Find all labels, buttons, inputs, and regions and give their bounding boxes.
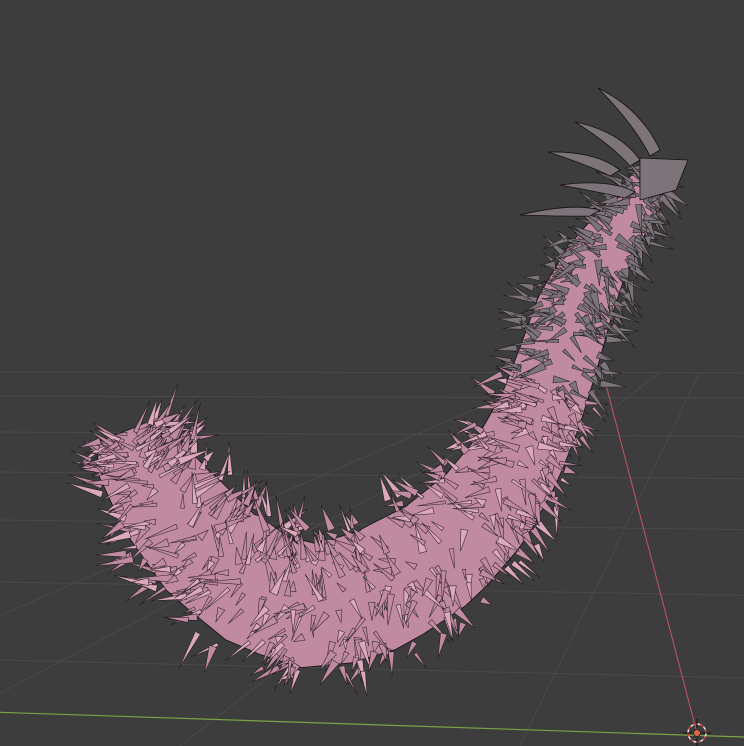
x-axis-line [605, 384, 698, 734]
3d-viewport[interactable] [0, 0, 744, 746]
y-axis-line [0, 711, 744, 738]
origin-marker-icon [693, 729, 701, 737]
fur-tail-object[interactable] [66, 87, 689, 697]
viewport-canvas[interactable] [0, 0, 744, 746]
